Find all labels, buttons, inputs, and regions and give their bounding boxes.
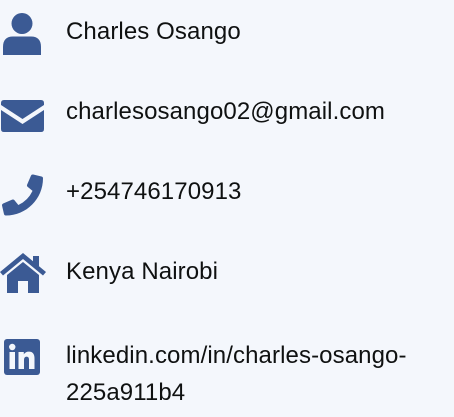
home-icon — [0, 253, 46, 293]
contact-linkedin-link[interactable]: linkedin.com/in/charles-osango-225a911b4 — [66, 337, 451, 411]
user-icon — [3, 13, 41, 55]
contact-location-row: Kenya Nairobi — [0, 240, 454, 310]
contact-list: Charles Osango charlesosango02@gmail.com… — [0, 0, 454, 417]
contact-email-link[interactable]: charlesosango02@gmail.com — [66, 97, 385, 127]
phone-icon — [2, 174, 43, 216]
linkedin-icon — [4, 339, 40, 375]
contact-phone-row[interactable]: +254746170913 — [0, 160, 454, 230]
contact-email-row[interactable]: charlesosango02@gmail.com — [0, 80, 454, 150]
contact-phone-link[interactable]: +254746170913 — [66, 177, 242, 207]
contact-name: Charles Osango — [66, 18, 241, 45]
contact-name-row: Charles Osango — [0, 0, 454, 70]
envelope-icon — [1, 100, 44, 132]
contact-location: Kenya Nairobi — [66, 258, 219, 285]
contact-linkedin-row[interactable]: linkedin.com/in/charles-osango-225a911b4 — [0, 320, 454, 417]
